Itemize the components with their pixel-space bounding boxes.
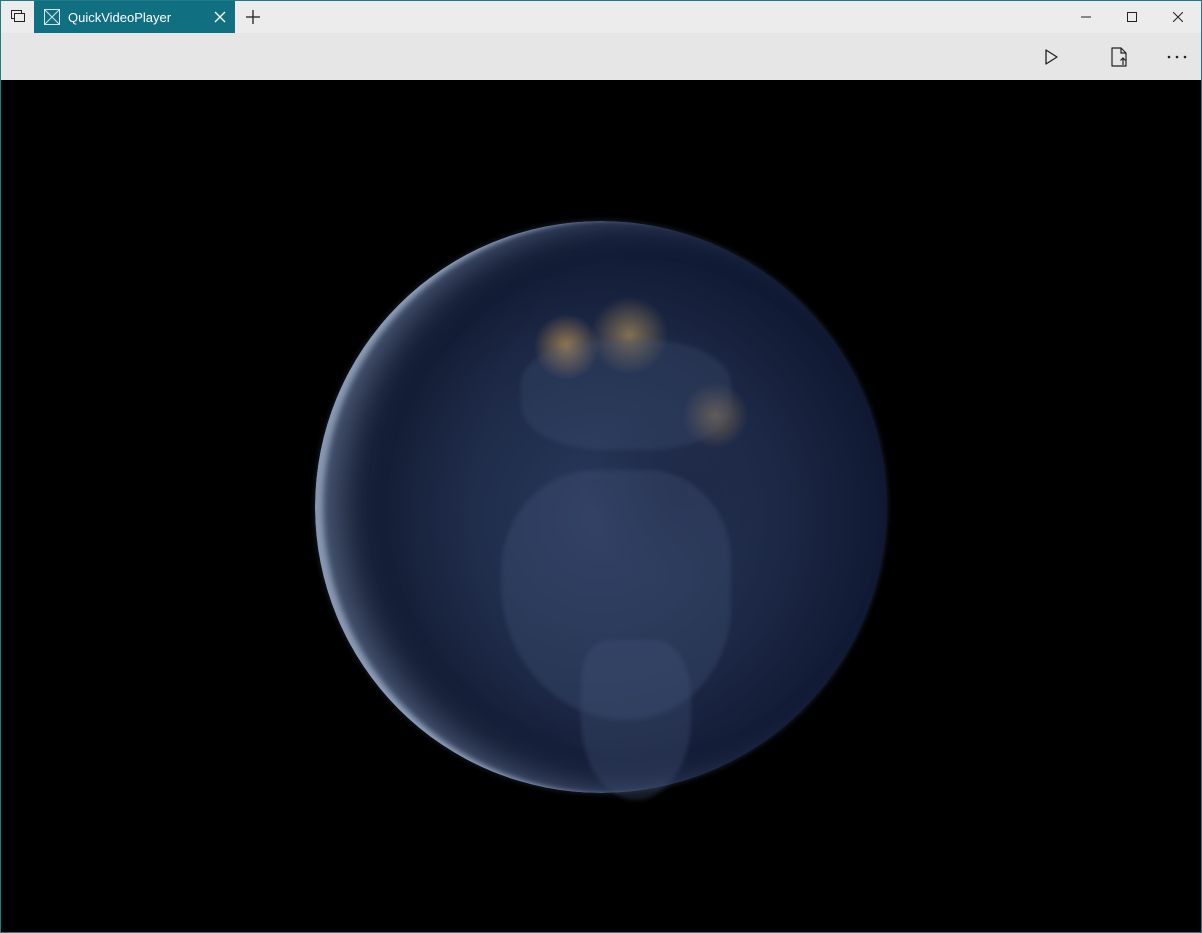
app-window: QuickVideoPlayer (0, 0, 1202, 933)
minimize-icon (1081, 16, 1091, 18)
command-bar (1, 33, 1201, 80)
plus-icon (246, 10, 260, 24)
app-placeholder-icon (44, 9, 60, 25)
tab-switcher-button[interactable] (1, 1, 34, 33)
title-bar: QuickVideoPlayer (1, 1, 1201, 33)
more-icon (1167, 55, 1187, 58)
open-file-button[interactable] (1097, 33, 1141, 80)
maximize-button[interactable] (1109, 1, 1155, 33)
close-window-button[interactable] (1155, 1, 1201, 33)
tab-switcher-icon (10, 10, 25, 22)
window-caption-buttons (1063, 1, 1201, 33)
tab-title: QuickVideoPlayer (68, 9, 172, 25)
play-icon (1045, 48, 1058, 65)
minimize-button[interactable] (1063, 1, 1109, 33)
close-icon (1173, 12, 1183, 22)
close-icon (214, 11, 226, 23)
open-file-icon (1111, 46, 1127, 67)
more-options-button[interactable] (1155, 33, 1199, 80)
maximize-icon (1127, 12, 1137, 22)
play-button[interactable] (1029, 33, 1073, 80)
tab-close-button[interactable] (205, 1, 235, 33)
tab-quickvideoplayer[interactable]: QuickVideoPlayer (34, 1, 235, 33)
new-tab-button[interactable] (237, 1, 269, 33)
video-surface[interactable] (1, 80, 1201, 932)
